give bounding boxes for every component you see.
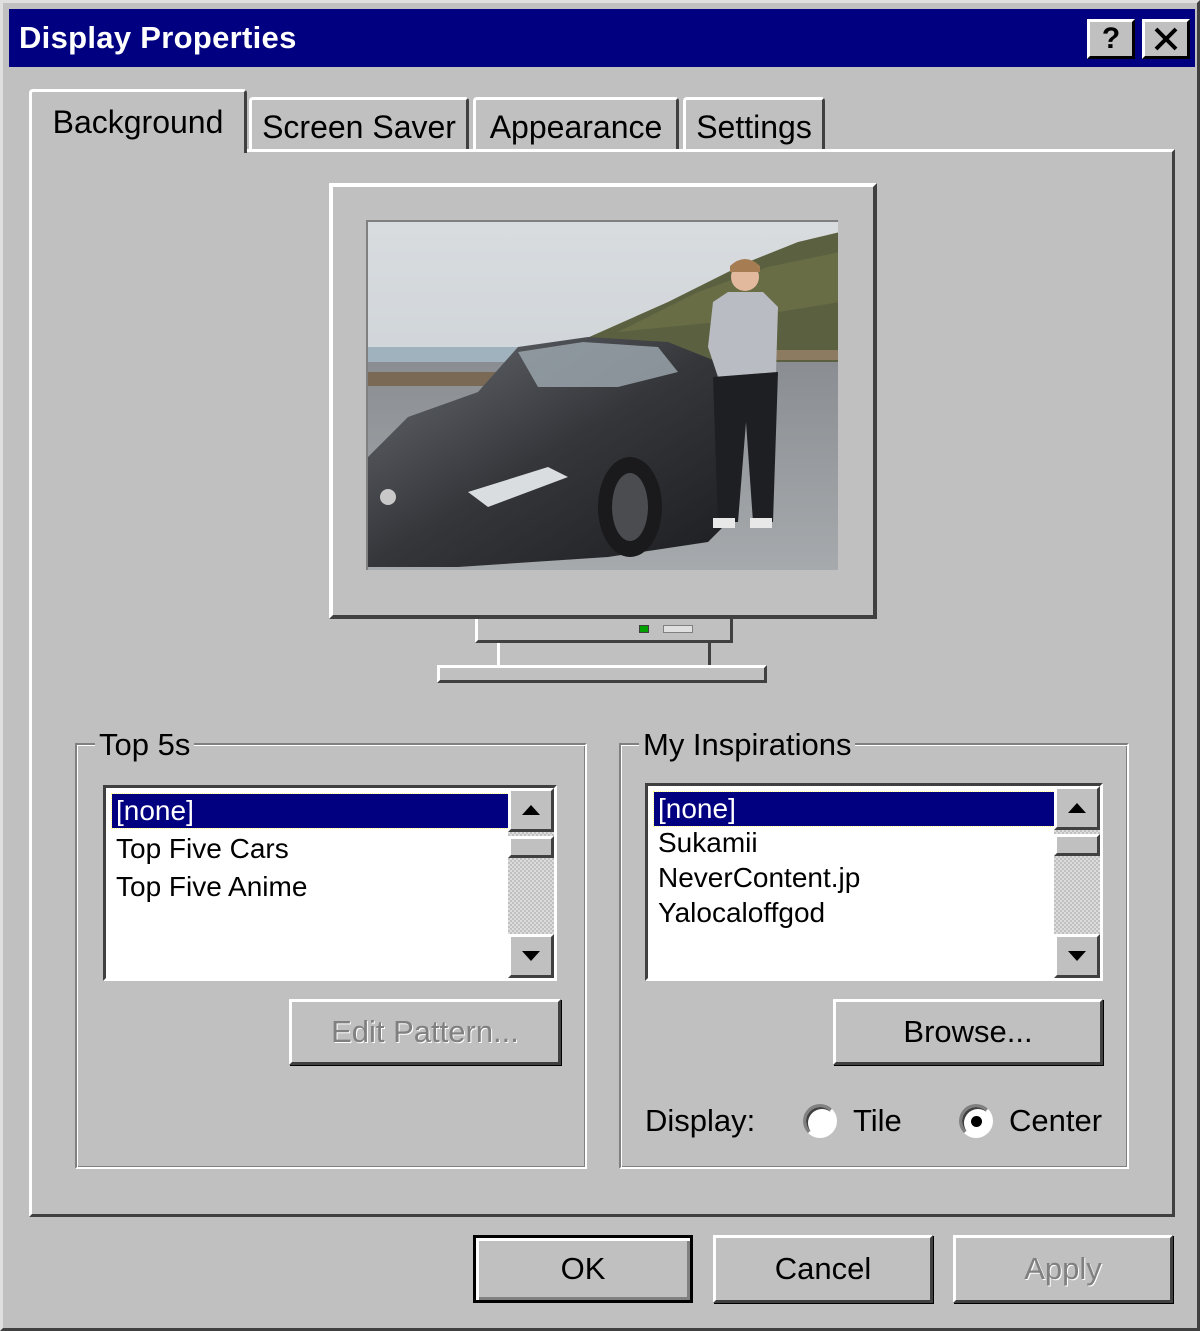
tile-radio[interactable] bbox=[803, 1104, 837, 1138]
tile-radio-label[interactable]: Tile bbox=[853, 1103, 902, 1139]
center-radio-label[interactable]: Center bbox=[1009, 1103, 1102, 1139]
top5s-scrollbar[interactable] bbox=[508, 788, 554, 978]
inspirations-scrollbar[interactable] bbox=[1054, 786, 1100, 978]
browse-button[interactable]: Browse... bbox=[833, 999, 1103, 1065]
monitor-button bbox=[663, 625, 693, 633]
scroll-down-button[interactable] bbox=[508, 934, 554, 978]
list-item[interactable]: NeverContent.jp bbox=[654, 861, 860, 895]
inspirations-group-label: My Inspirations bbox=[639, 727, 856, 763]
top5s-group-label: Top 5s bbox=[95, 727, 195, 763]
monitor-stand-base bbox=[437, 665, 767, 683]
power-led bbox=[639, 625, 649, 633]
list-item[interactable]: Top Five Anime bbox=[112, 870, 307, 904]
arrow-down-icon bbox=[522, 951, 540, 961]
tab-settings-label: Settings bbox=[696, 109, 812, 145]
top5s-listbox[interactable]: [none] Top Five Cars Top Five Anime bbox=[103, 785, 557, 981]
scroll-thumb[interactable] bbox=[508, 836, 554, 858]
arrow-down-icon bbox=[1068, 951, 1086, 961]
display-properties-window: Display Properties ? Background Screen S… bbox=[0, 0, 1200, 1331]
list-item[interactable]: Yalocaloffgod bbox=[654, 896, 825, 930]
tab-background-label: Background bbox=[52, 104, 224, 140]
list-item[interactable]: [none] bbox=[111, 793, 509, 829]
tab-screen-saver[interactable]: Screen Saver bbox=[249, 97, 469, 155]
edit-pattern-button[interactable]: Edit Pattern... bbox=[289, 999, 561, 1065]
tab-appearance-label: Appearance bbox=[489, 109, 663, 145]
monitor-stand-neck bbox=[475, 619, 733, 643]
tab-appearance[interactable]: Appearance bbox=[473, 97, 679, 155]
scroll-up-button[interactable] bbox=[1054, 786, 1100, 830]
arrow-up-icon bbox=[522, 805, 540, 815]
list-item[interactable]: Sukamii bbox=[654, 826, 758, 860]
help-button[interactable]: ? bbox=[1087, 19, 1135, 59]
arrow-up-icon bbox=[1068, 803, 1086, 813]
ok-button[interactable]: OK bbox=[473, 1235, 693, 1303]
cancel-button[interactable]: Cancel bbox=[713, 1235, 933, 1303]
scroll-down-button[interactable] bbox=[1054, 934, 1100, 978]
list-item[interactable]: Top Five Cars bbox=[112, 832, 289, 866]
title-bar[interactable]: Display Properties ? bbox=[9, 9, 1195, 67]
inspirations-listbox[interactable]: [none] Sukamii NeverContent.jp Yalocalof… bbox=[645, 783, 1103, 981]
close-button[interactable] bbox=[1142, 19, 1190, 59]
tab-settings[interactable]: Settings bbox=[683, 97, 825, 155]
apply-button[interactable]: Apply bbox=[953, 1235, 1173, 1303]
close-icon bbox=[1154, 27, 1178, 51]
scroll-thumb[interactable] bbox=[1054, 834, 1100, 856]
center-radio[interactable] bbox=[959, 1104, 993, 1138]
scroll-up-button[interactable] bbox=[508, 788, 554, 832]
window-title: Display Properties bbox=[19, 20, 297, 55]
radio-selected-dot bbox=[971, 1116, 982, 1127]
display-label: Display: bbox=[645, 1103, 756, 1138]
monitor-stand bbox=[497, 643, 711, 667]
tab-screen-saver-label: Screen Saver bbox=[262, 109, 456, 145]
list-item[interactable]: [none] bbox=[653, 791, 1055, 827]
wallpaper-preview-image bbox=[366, 220, 838, 570]
tab-background[interactable]: Background bbox=[29, 89, 247, 153]
